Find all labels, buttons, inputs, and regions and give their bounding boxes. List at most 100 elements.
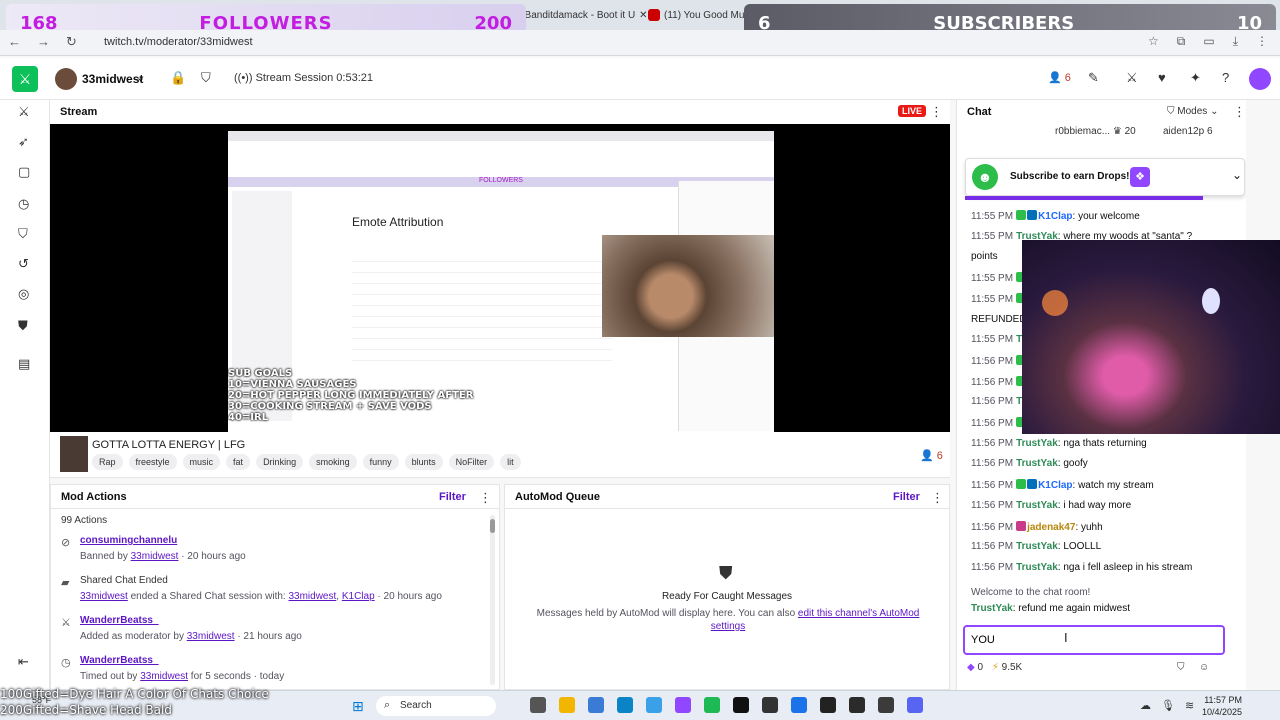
- chat-username[interactable]: TrustYak: [1016, 438, 1058, 449]
- signal-icon[interactable]: [762, 697, 778, 713]
- lock-icon[interactable]: 🔒: [170, 70, 186, 86]
- tag[interactable]: blunts: [404, 454, 443, 470]
- bits-icon[interactable]: ◆: [967, 662, 975, 673]
- tiktok-icon[interactable]: [733, 697, 749, 713]
- mod-view-logo-icon[interactable]: ⚔: [12, 66, 38, 92]
- app-icon[interactable]: [820, 697, 836, 713]
- leader-entry[interactable]: aiden12p 6: [1163, 126, 1213, 137]
- tag[interactable]: NoFilter: [448, 454, 495, 470]
- chat-username[interactable]: TrustYak: [1016, 562, 1058, 573]
- discord-icon[interactable]: [907, 697, 923, 713]
- chat-input[interactable]: [965, 627, 1185, 653]
- more-options-icon[interactable]: ⋮: [1233, 104, 1246, 120]
- tag[interactable]: funny: [362, 454, 399, 470]
- modes-button[interactable]: ⛉ Modes ⌄: [1167, 106, 1218, 117]
- taskbar-clock[interactable]: 11:57 PM 10/4/2025: [1202, 694, 1242, 718]
- chat-icon[interactable]: ▢: [18, 164, 30, 180]
- file-explorer-icon[interactable]: [559, 697, 575, 713]
- stream-video-player[interactable]: FOLLOWERS Emote Attribution SUB GOALS 10…: [50, 124, 950, 432]
- chrome-icon[interactable]: [791, 697, 807, 713]
- close-icon[interactable]: ✕: [639, 10, 647, 21]
- emote-icon[interactable]: ☺: [1199, 662, 1209, 673]
- reload-icon[interactable]: ↻: [66, 34, 77, 50]
- chevron-down-icon[interactable]: ⌄: [136, 71, 145, 84]
- user-avatar[interactable]: [1249, 68, 1271, 90]
- browser-tab[interactable]: (11) You Good Mud ?: [648, 4, 758, 26]
- channel-points-icon[interactable]: ⚡: [992, 662, 999, 673]
- tag[interactable]: Drinking: [256, 454, 304, 470]
- taskbar-search[interactable]: ⌕ Search: [376, 696, 496, 716]
- automod-icon[interactable]: ◎: [18, 286, 29, 302]
- sparkle-icon[interactable]: ✦: [1190, 70, 1201, 86]
- blue-badge-icon[interactable]: [1027, 210, 1038, 220]
- app-icon[interactable]: [878, 697, 894, 713]
- shield-icon[interactable]: ⛉: [1177, 662, 1185, 673]
- leader-entry[interactable]: r0bbiemac... ♛ 20: [1055, 126, 1136, 137]
- sword-icon[interactable]: ⚔: [18, 104, 30, 120]
- collapse-icon[interactable]: ⇤: [18, 654, 29, 670]
- chevron-down-icon[interactable]: ⌄: [1232, 168, 1242, 182]
- tag[interactable]: smoking: [309, 454, 357, 470]
- green-badge-icon[interactable]: [1016, 210, 1027, 220]
- spotify-icon[interactable]: [704, 697, 720, 713]
- help-icon[interactable]: ?: [1222, 70, 1229, 85]
- back-icon[interactable]: ←: [8, 34, 21, 50]
- chat-username[interactable]: K1Clap: [1038, 211, 1072, 222]
- clock-icon[interactable]: ◷: [18, 196, 29, 212]
- more-options-icon[interactable]: ⋮: [930, 104, 943, 120]
- shield-icon[interactable]: ⛉: [18, 226, 28, 242]
- moderator-link[interactable]: 33midwest: [187, 631, 235, 642]
- tag[interactable]: music: [182, 454, 221, 470]
- moderator-link[interactable]: 33midwest: [80, 591, 128, 602]
- task-view-icon[interactable]: [530, 697, 546, 713]
- blue-badge-icon[interactable]: [1027, 479, 1038, 490]
- chat-username[interactable]: K1Clap: [1038, 480, 1072, 491]
- shield-icon[interactable]: ⛉: [201, 70, 211, 86]
- copilot-icon[interactable]: [588, 697, 604, 713]
- green-badge-icon[interactable]: [1016, 479, 1027, 490]
- drops-banner[interactable]: ☻ Subscribe to earn Drops! ❖ ⌄: [965, 158, 1245, 196]
- obs-icon[interactable]: [849, 697, 865, 713]
- filter-button[interactable]: Filter: [893, 491, 920, 503]
- gift-icon[interactable]: ❖: [1130, 167, 1150, 187]
- tag[interactable]: lit: [500, 454, 521, 470]
- action-user[interactable]: consumingchannelu: [80, 535, 177, 546]
- windows-start-icon[interactable]: ⊞: [352, 698, 364, 715]
- chat-input-box[interactable]: [963, 625, 1225, 655]
- cast-icon[interactable]: ▭: [1203, 34, 1214, 49]
- scrollbar[interactable]: [490, 515, 495, 685]
- history-icon[interactable]: ↺: [18, 256, 29, 272]
- more-options-icon[interactable]: ⋮: [479, 490, 492, 506]
- wifi-icon[interactable]: ≋: [1185, 699, 1194, 712]
- heart-icon[interactable]: ♥: [1158, 70, 1166, 85]
- moderator-link[interactable]: 33midwest: [140, 671, 188, 682]
- star-icon[interactable]: ☆: [1148, 34, 1159, 49]
- pencil-icon[interactable]: ✎: [1088, 70, 1099, 86]
- rocket-icon[interactable]: ➶: [18, 134, 29, 150]
- download-icon[interactable]: ⤓: [1233, 34, 1238, 49]
- tag[interactable]: freestyle: [128, 454, 177, 470]
- shield-check-icon[interactable]: ⛊: [18, 318, 28, 334]
- chat-username[interactable]: TrustYak: [1016, 541, 1058, 552]
- forward-icon[interactable]: →: [37, 34, 50, 50]
- network-icon[interactable]: ☁: [1140, 699, 1151, 712]
- extensions-icon[interactable]: ⧉: [1177, 34, 1186, 49]
- sword-icon[interactable]: ⚔: [1126, 70, 1138, 86]
- chat-username[interactable]: jadenak47: [1027, 522, 1075, 533]
- action-user[interactable]: WanderrBeatss_: [80, 655, 159, 666]
- moderator-link[interactable]: 33midwest: [131, 551, 179, 562]
- edge-icon[interactable]: [617, 697, 633, 713]
- action-user[interactable]: WanderrBeatss_: [80, 615, 159, 626]
- store-icon[interactable]: [646, 697, 662, 713]
- chat-username[interactable]: TrustYak: [1016, 500, 1058, 511]
- tag[interactable]: fat: [226, 454, 251, 470]
- chat-username[interactable]: TrustYak: [971, 603, 1013, 614]
- pink-badge-icon[interactable]: [1016, 520, 1027, 531]
- mic-icon[interactable]: 🎙: [1161, 699, 1175, 712]
- chat-username[interactable]: TrustYak: [1016, 458, 1058, 469]
- twitch-icon[interactable]: [675, 697, 691, 713]
- more-options-icon[interactable]: ⋮: [931, 490, 944, 506]
- url-field[interactable]: twitch.tv/moderator/33midwest: [104, 36, 253, 48]
- filter-button[interactable]: Filter: [439, 491, 466, 503]
- channel-name[interactable]: 33midwest: [82, 72, 143, 86]
